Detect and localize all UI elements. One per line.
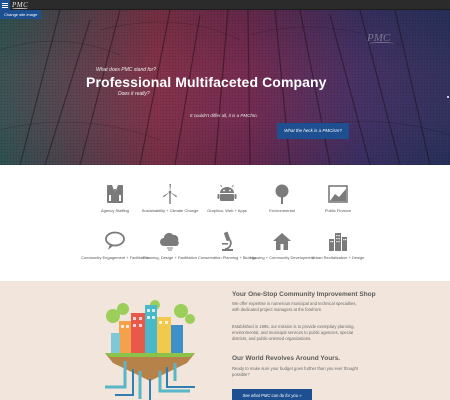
hero-logo: PMC (367, 32, 395, 45)
wind-turbine-icon (163, 184, 177, 204)
microscope-icon (222, 231, 233, 251)
one-stop-paragraph-2: Established in 1995, our mission is to p… (232, 324, 355, 341)
chart-picture-icon (328, 185, 348, 203)
change-site-image-button[interactable]: Change site image (0, 10, 42, 19)
service-public-finance[interactable]: Public Finance (303, 183, 373, 213)
hero-quote: It couldn't differ all, it is a PMChm. (190, 113, 258, 118)
cloud-sketch-icon (160, 233, 179, 251)
service-label: Public Finance (324, 208, 352, 213)
tree-icon (275, 184, 289, 204)
one-stop-paragraph-3: Ready to make sure your budget goes furt… (232, 366, 358, 377)
service-urban-revitalization[interactable]: Urban Revitalization + Design (303, 230, 373, 260)
suit-person-icon (107, 185, 123, 203)
services-grid: Agency Staffing Sustainability + Climate… (0, 165, 450, 281)
city-illustration (105, 300, 195, 400)
top-logo-text: PMC (12, 1, 29, 9)
top-bar: PMC (0, 0, 450, 10)
service-label: Urban Revitalization + Design (311, 255, 365, 260)
one-stop-section: Your One-Stop Community Improvement Shop… (0, 281, 450, 400)
see-what-pmc-button[interactable]: See what PMC can do for you » (232, 389, 312, 400)
slider-dot[interactable] (447, 96, 449, 98)
one-stop-paragraph-1: We offer expertise in numerous municipal… (232, 301, 357, 312)
speech-bubble-icon (105, 231, 125, 250)
hamburger-icon[interactable] (0, 0, 10, 10)
hero-question: What does PMC stand for? (96, 67, 157, 73)
buildings-icon (329, 233, 347, 251)
house-icon (273, 233, 291, 250)
android-robot-icon (217, 184, 237, 201)
pmcism-button[interactable]: What the heck is a PMCism? (277, 123, 349, 139)
hero-subtitle: Does it really? (118, 91, 150, 97)
top-logo[interactable]: PMC (12, 1, 28, 10)
hero-logo-text: PMC (367, 32, 391, 44)
hero-title: Professional Multifaceted Company (86, 74, 327, 90)
hero-banner: Change site image PMC What does PMC stan… (0, 10, 450, 165)
world-revolves-heading: Our World Revolves Around Yours. (232, 355, 341, 362)
one-stop-heading: Your One-Stop Community Improvement Shop (232, 291, 376, 298)
